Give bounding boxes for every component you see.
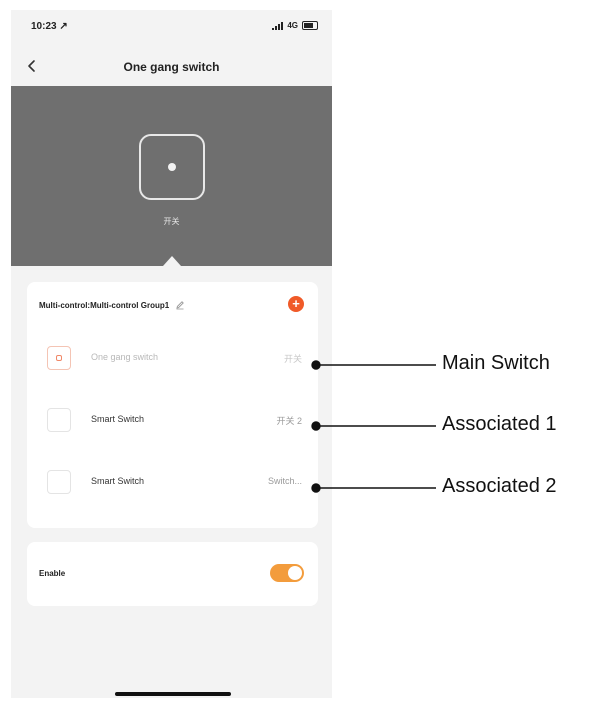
phone-screen: 10:23 ↗ 4G One gang switch 开关 Multi-cont… (11, 10, 332, 698)
device-row-associated-2[interactable]: Smart Switch Switch... (27, 462, 318, 502)
home-indicator (115, 692, 231, 696)
pencil-icon[interactable] (175, 300, 185, 310)
switch-device-icon (47, 470, 71, 494)
device-row-name: Smart Switch (91, 476, 145, 486)
device-switch-tile[interactable] (139, 134, 205, 200)
plus-icon: + (292, 296, 300, 311)
status-bar: 10:23 ↗ 4G (11, 10, 332, 46)
page-title: One gang switch (123, 60, 220, 74)
status-indicators: 4G (272, 21, 318, 30)
add-device-button[interactable]: + (288, 296, 304, 312)
hero-pointer (163, 256, 181, 266)
toggle-knob (288, 566, 302, 580)
signal-icon (272, 21, 284, 30)
network-type: 4G (287, 21, 298, 30)
navigation-bar: One gang switch (11, 46, 332, 86)
device-hero-label: 开关 (163, 217, 180, 226)
device-row-name: Smart Switch (91, 414, 145, 424)
device-hero: 开关 (11, 86, 332, 266)
group-header: Multi-control:Multi-control Group1 (39, 300, 185, 310)
switch-device-icon (47, 346, 71, 370)
status-time: 10:23 ↗ (31, 21, 68, 32)
device-row-name: One gang switch (91, 352, 159, 362)
enable-card: Enable (27, 542, 318, 606)
device-row-value: 开关 2 (276, 416, 302, 426)
device-row-associated-1[interactable]: Smart Switch 开关 2 (27, 400, 318, 440)
multi-control-group-card: Multi-control:Multi-control Group1 + One… (27, 282, 318, 528)
callout-associated-2: Associated 2 (442, 475, 557, 497)
enable-toggle[interactable] (270, 564, 304, 582)
device-row-value: 开关 (283, 354, 302, 364)
device-row-value: Switch... (267, 476, 302, 486)
enable-label: Enable (39, 569, 66, 578)
switch-device-icon (47, 408, 71, 432)
device-row-main-switch[interactable]: One gang switch 开关 (27, 338, 318, 378)
battery-icon (302, 21, 318, 30)
group-name: Multi-control:Multi-control Group1 (39, 300, 170, 310)
switch-indicator-dot (168, 163, 176, 171)
callout-associated-1: Associated 1 (442, 413, 557, 435)
callout-main-switch: Main Switch (442, 352, 550, 374)
